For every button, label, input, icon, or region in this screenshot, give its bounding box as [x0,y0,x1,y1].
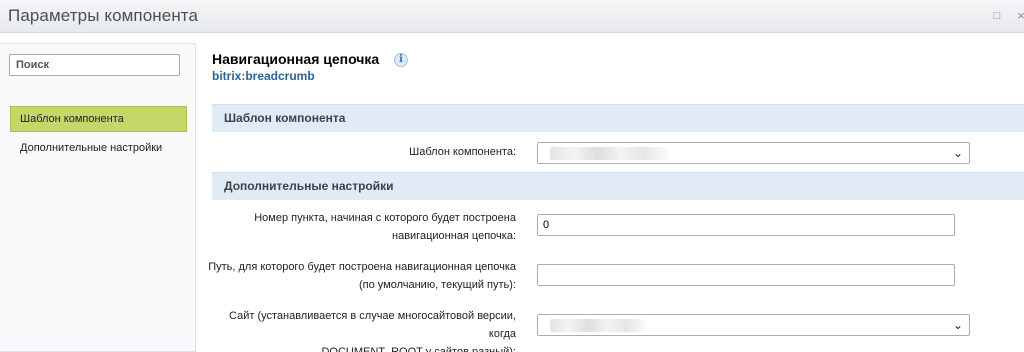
sidebar-item-template[interactable]: Шаблон компонента [10,106,187,132]
select-value-placeholder [550,147,668,160]
path-input[interactable] [537,264,955,286]
select-value-placeholder [550,319,645,332]
label-line: навигационная цепочка: [392,230,516,242]
sidebar-item-additional-settings[interactable]: Дополнительные настройки [10,135,187,161]
sidebar: Шаблон компонента Дополнительные настрой… [0,43,196,352]
chevron-down-icon: ⌄ [952,146,963,160]
field-label-start-item: Номер пункта, начиная с которого будет п… [206,209,516,245]
start-item-input[interactable] [537,214,955,236]
chevron-down-icon: ⌄ [952,318,963,332]
main-content: Навигационная цепочка i bitrix:breadcrum… [208,0,1024,352]
search-input[interactable] [9,54,180,76]
section-header-additional: Дополнительные настройки [212,172,1024,200]
template-select[interactable]: ⌄ [537,142,970,164]
label-line: DOCUMENT_ROOT у сайтов разный): [321,346,516,352]
component-title: Навигационная цепочка [212,51,380,67]
field-label-template: Шаблон компонента: [409,146,516,158]
field-label-site: Сайт (устанавливается в случае многосайт… [206,307,516,352]
field-label-path: Путь, для которого будет построена навиг… [206,258,516,294]
component-code: bitrix:breadcrumb [212,69,315,83]
label-line: Путь, для которого будет построена навиг… [208,261,516,273]
site-select[interactable]: ⌄ [537,314,970,336]
label-line: Сайт (устанавливается в случае многосайт… [229,310,516,340]
info-icon[interactable]: i [394,53,408,67]
window-title: Параметры компонента [8,6,199,25]
section-header-template: Шаблон компонента [212,104,1024,132]
label-line: Номер пункта, начиная с которого будет п… [254,212,516,224]
label-line: (по умолчанию, текущий путь): [358,279,516,291]
